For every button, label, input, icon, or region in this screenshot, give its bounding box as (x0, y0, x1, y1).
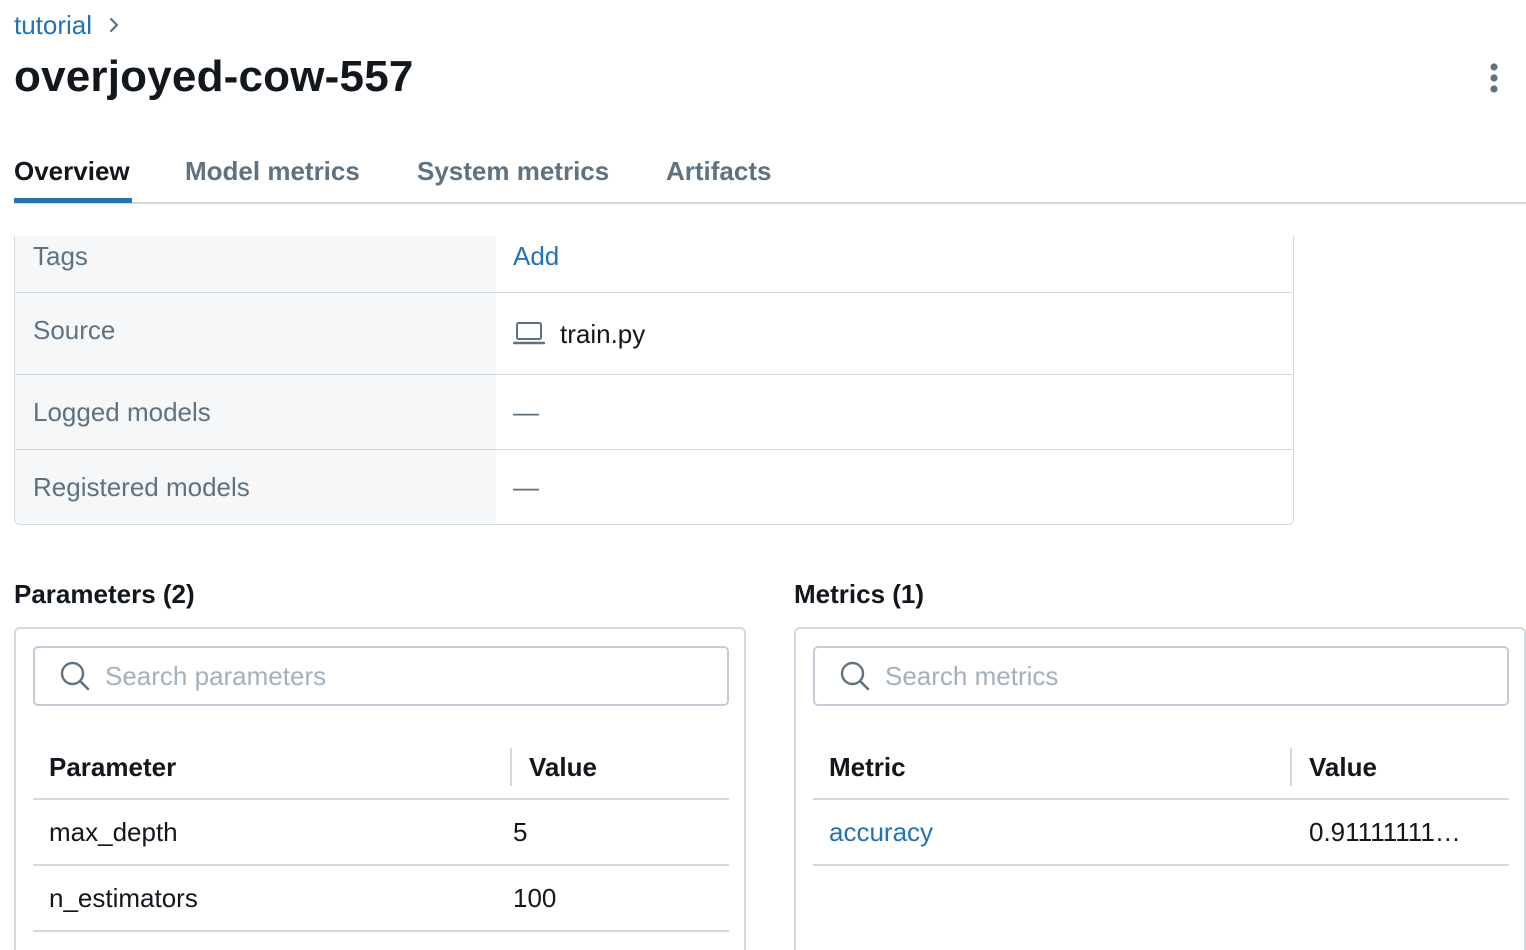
search-icon (59, 660, 91, 692)
add-tag-link[interactable]: Add (513, 241, 559, 272)
parameter-value: 5 (513, 817, 528, 847)
laptop-icon (513, 322, 545, 345)
parameters-title: Parameters (2) (14, 579, 195, 609)
value-column-header[interactable]: Value (1309, 752, 1377, 783)
run-tabs: Overview Model metrics System metrics Ar… (14, 150, 1526, 204)
table-row: accuracy 0.91111111… (813, 800, 1509, 866)
parameters-search-input[interactable] (103, 659, 667, 693)
metrics-table-header: Metric Value (813, 738, 1509, 800)
registered-models-value: — (513, 472, 539, 502)
tags-label: Tags (33, 241, 88, 271)
table-row: max_depth 5 (33, 800, 729, 866)
parameters-search-box[interactable] (33, 646, 729, 706)
parameter-value: 100 (513, 883, 557, 913)
breadcrumb-experiment-link[interactable]: tutorial (14, 10, 92, 41)
details-row-registered-models: Registered models — (15, 450, 1293, 524)
source-file-name[interactable]: train.py (560, 319, 645, 350)
metrics-panel: Metric Value accuracy 0.91111111… (794, 627, 1526, 950)
details-row-tags: Tags Add (15, 236, 1293, 293)
metrics-search-input[interactable] (883, 659, 1447, 693)
parameter-name: max_depth (49, 817, 178, 847)
column-resize-handle[interactable] (510, 748, 512, 786)
metric-value: 0.91111111… (1309, 817, 1461, 847)
column-resize-handle[interactable] (1290, 748, 1292, 786)
tab-overview[interactable]: Overview (14, 156, 130, 187)
metrics-title: Metrics (1) (794, 579, 925, 609)
source-label: Source (33, 315, 116, 345)
logged-models-value: — (513, 397, 539, 427)
logged-models-label: Logged models (33, 397, 211, 427)
search-icon (839, 660, 871, 692)
vertical-dots-icon (1490, 63, 1498, 93)
parameters-panel: Parameter Value max_depth 5 n_estimators… (14, 627, 746, 950)
table-row: n_estimators 100 (33, 866, 729, 932)
parameter-name: n_estimators (49, 883, 198, 913)
value-column-header[interactable]: Value (529, 752, 597, 783)
tab-model-metrics[interactable]: Model metrics (185, 156, 360, 187)
page-title: overjoyed-cow-557 (14, 52, 414, 101)
registered-models-label: Registered models (33, 472, 250, 502)
more-options-button[interactable] (1478, 60, 1510, 96)
breadcrumb: tutorial (14, 8, 120, 42)
parameters-table-header: Parameter Value (33, 738, 729, 800)
details-row-source: Source train.py (15, 293, 1293, 375)
parameter-column-header[interactable]: Parameter (49, 752, 176, 783)
chevron-right-icon (108, 16, 120, 34)
metric-column-header[interactable]: Metric (829, 752, 906, 783)
metrics-search-box[interactable] (813, 646, 1509, 706)
metric-name-link[interactable]: accuracy (829, 817, 933, 848)
details-row-logged-models: Logged models — (15, 375, 1293, 450)
tab-system-metrics[interactable]: System metrics (417, 156, 609, 187)
run-details-table: Tags Add Source train.py Logged models —… (14, 236, 1294, 525)
active-tab-indicator (14, 198, 132, 203)
tab-artifacts[interactable]: Artifacts (666, 156, 771, 187)
